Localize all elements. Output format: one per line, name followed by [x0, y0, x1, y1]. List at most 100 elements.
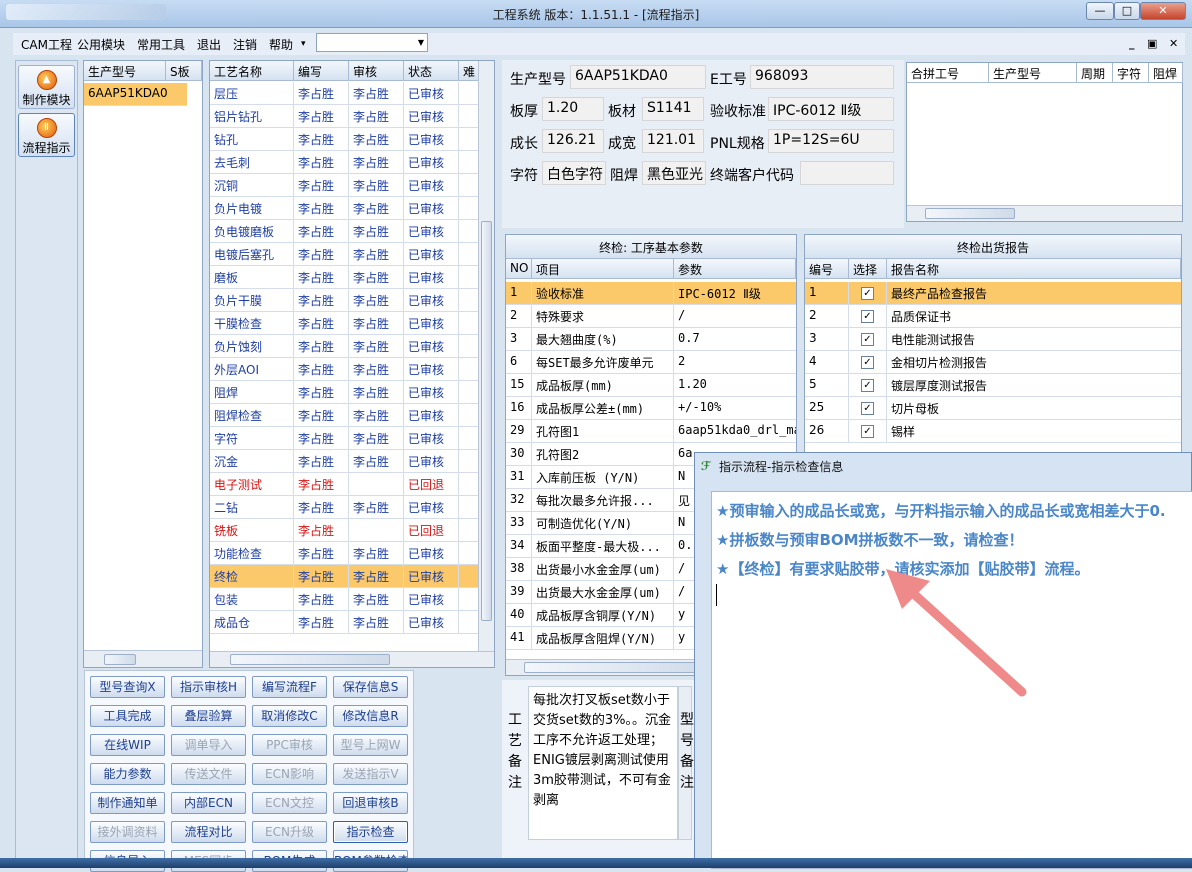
param-row[interactable]: 16 成品板厚公差±(mm) +/-10%	[506, 397, 796, 420]
process-row[interactable]: 铣板 李占胜 已回退	[210, 519, 478, 542]
menu-common-modules[interactable]: 公用模块	[77, 36, 125, 53]
close-button[interactable]: ✕	[1140, 2, 1186, 20]
mdi-minimize-button[interactable]: _	[1129, 37, 1135, 50]
process-row[interactable]: 成品仓 李占胜 李占胜 已审核	[210, 611, 478, 634]
col-report-no[interactable]: 编号	[805, 259, 849, 279]
process-row[interactable]: 电镀后塞孔 李占胜 李占胜 已审核	[210, 243, 478, 266]
process-vscroll[interactable]	[478, 61, 494, 651]
col-checker[interactable]: 审核	[349, 61, 404, 81]
model-hscroll-thumb[interactable]	[104, 654, 136, 665]
action-button[interactable]: 能力参数	[90, 763, 165, 785]
maximize-button[interactable]: □	[1114, 2, 1140, 20]
param-row[interactable]: 6 每SET最多允许废单元 2	[506, 351, 796, 374]
col-merge-cycle[interactable]: 周期	[1077, 63, 1113, 83]
process-row[interactable]: 沉铜 李占胜 李占胜 已审核	[210, 174, 478, 197]
process-row[interactable]: 铝片钻孔 李占胜 李占胜 已审核	[210, 105, 478, 128]
process-row[interactable]: 沉金 李占胜 李占胜 已审核	[210, 450, 478, 473]
process-row[interactable]: 干膜检查 李占胜 李占胜 已审核	[210, 312, 478, 335]
col-item[interactable]: 项目	[532, 259, 674, 279]
action-button[interactable]: 传送文件	[171, 763, 246, 785]
process-hscroll[interactable]	[210, 651, 494, 667]
action-button[interactable]: 型号上网W	[333, 734, 408, 756]
action-button[interactable]: ECN升级	[252, 821, 327, 843]
process-remark-text[interactable]: 每批次打叉板set数小于交货set数的3%。。沉金工序不允许返工处理；ENIG镀…	[528, 686, 678, 840]
checkbox-checked-icon[interactable]: ✓	[861, 333, 874, 346]
process-row[interactable]: 磨板 李占胜 李占胜 已审核	[210, 266, 478, 289]
param-row[interactable]: 15 成品板厚(mm) 1.20	[506, 374, 796, 397]
checkbox-checked-icon[interactable]: ✓	[861, 425, 874, 438]
report-select-cell[interactable]: ✓	[849, 397, 887, 419]
eno-field[interactable]: 968093	[750, 65, 894, 89]
model-row[interactable]: 6AAP51KDA0	[84, 83, 187, 106]
mdi-close-button[interactable]: ✕	[1169, 37, 1178, 50]
action-button[interactable]: 指示审核H	[171, 676, 246, 698]
customer-code-field[interactable]	[800, 161, 894, 185]
mdi-restore-button[interactable]: ▣	[1147, 37, 1157, 50]
col-process-name[interactable]: 工艺名称	[210, 61, 294, 81]
menu-cam[interactable]: CAM工程	[21, 36, 72, 53]
process-row[interactable]: 负片蚀刻 李占胜 李占胜 已审核	[210, 335, 478, 358]
report-select-cell[interactable]: ✓	[849, 420, 887, 442]
checkbox-checked-icon[interactable]: ✓	[861, 379, 874, 392]
action-button[interactable]: 编写流程F	[252, 676, 327, 698]
checkbox-checked-icon[interactable]: ✓	[861, 287, 874, 300]
process-row[interactable]: 功能检查 李占胜 李占胜 已审核	[210, 542, 478, 565]
help-dropdown-icon[interactable]: ▾	[301, 39, 306, 49]
col-status[interactable]: 状态	[404, 61, 459, 81]
col-param[interactable]: 参数	[674, 259, 796, 279]
process-hscroll-thumb[interactable]	[230, 654, 390, 665]
length-field[interactable]: 126.21	[542, 129, 604, 153]
action-button[interactable]: 在线WIP	[90, 734, 165, 756]
process-row[interactable]: 字符 李占胜 李占胜 已审核	[210, 427, 478, 450]
col-merge-no[interactable]: 合拼工号	[907, 63, 989, 83]
action-button[interactable]: 内部ECN	[171, 792, 246, 814]
report-row[interactable]: 26 ✓ 锡样	[805, 420, 1181, 443]
action-button[interactable]: 指示检查	[333, 821, 408, 843]
process-row[interactable]: 外层AOI 李占胜 李占胜 已审核	[210, 358, 478, 381]
report-select-cell[interactable]: ✓	[849, 282, 887, 304]
process-row[interactable]: 负电镀磨板 李占胜 李占胜 已审核	[210, 220, 478, 243]
action-button[interactable]: 回退审核B	[333, 792, 408, 814]
model-field[interactable]: 6AAP51KDA0	[570, 65, 706, 89]
menu-logout[interactable]: 注销	[233, 36, 257, 53]
action-button[interactable]: 修改信息R	[333, 705, 408, 727]
report-row[interactable]: 3 ✓ 电性能测试报告	[805, 328, 1181, 351]
col-merge-mask[interactable]: 阻焊	[1149, 63, 1183, 83]
checkbox-checked-icon[interactable]: ✓	[861, 356, 874, 369]
checkbox-checked-icon[interactable]: ✓	[861, 402, 874, 415]
action-button[interactable]: 保存信息S	[333, 676, 408, 698]
param-row[interactable]: 1 验收标准 IPC-6012 Ⅱ级	[506, 282, 796, 305]
check-info-dialog[interactable]: ℱ 指示流程-指示检查信息 ★预审输入的成品长或宽，与开料指示输入的成品长或宽相…	[694, 452, 1192, 869]
process-row[interactable]: 二钻 李占胜 李占胜 已审核	[210, 496, 478, 519]
thickness-field[interactable]: 1.20	[542, 97, 604, 121]
merge-hscroll-thumb[interactable]	[925, 208, 1015, 219]
action-button[interactable]: 取消修改C	[252, 705, 327, 727]
process-row[interactable]: 阻焊检查 李占胜 李占胜 已审核	[210, 404, 478, 427]
report-select-cell[interactable]: ✓	[849, 328, 887, 350]
action-button[interactable]: 叠层验算	[171, 705, 246, 727]
col-writer[interactable]: 编写	[294, 61, 349, 81]
col-s-board[interactable]: S板	[166, 61, 202, 81]
process-row[interactable]: 去毛刺 李占胜 李占胜 已审核	[210, 151, 478, 174]
report-row[interactable]: 25 ✓ 切片母板	[805, 397, 1181, 420]
process-row[interactable]: 电子测试 李占胜 已回退	[210, 473, 478, 496]
flow-indication-button[interactable]: Ⅱ 流程指示	[18, 113, 75, 157]
process-row[interactable]: 包装 李占胜 李占胜 已审核	[210, 588, 478, 611]
param-row[interactable]: 29 孔符图1 6aap51kda0_drl_ma	[506, 420, 796, 443]
action-button[interactable]: 型号查询X	[90, 676, 165, 698]
menu-common-tools[interactable]: 常用工具	[137, 36, 185, 53]
menu-help[interactable]: 帮助	[269, 36, 293, 53]
action-button[interactable]: 流程对比	[171, 821, 246, 843]
process-row[interactable]: 终检 李占胜 李占胜 已审核	[210, 565, 478, 588]
process-row[interactable]: 负片电镀 李占胜 李占胜 已审核	[210, 197, 478, 220]
dialog-body[interactable]: ★预审输入的成品长或宽，与开料指示输入的成品长或宽相差大于0. ★拼板数与预审B…	[711, 491, 1192, 869]
action-button[interactable]: PPC审核	[252, 734, 327, 756]
checkbox-checked-icon[interactable]: ✓	[861, 310, 874, 323]
col-difficulty[interactable]: 难	[459, 61, 479, 81]
action-button[interactable]: 制作通知单	[90, 792, 165, 814]
width-field[interactable]: 121.01	[642, 129, 704, 153]
col-no[interactable]: NO	[506, 259, 532, 279]
report-select-cell[interactable]: ✓	[849, 351, 887, 373]
process-row[interactable]: 层压 李占胜 李占胜 已审核	[210, 82, 478, 105]
process-row[interactable]: 阻焊 李占胜 李占胜 已审核	[210, 381, 478, 404]
